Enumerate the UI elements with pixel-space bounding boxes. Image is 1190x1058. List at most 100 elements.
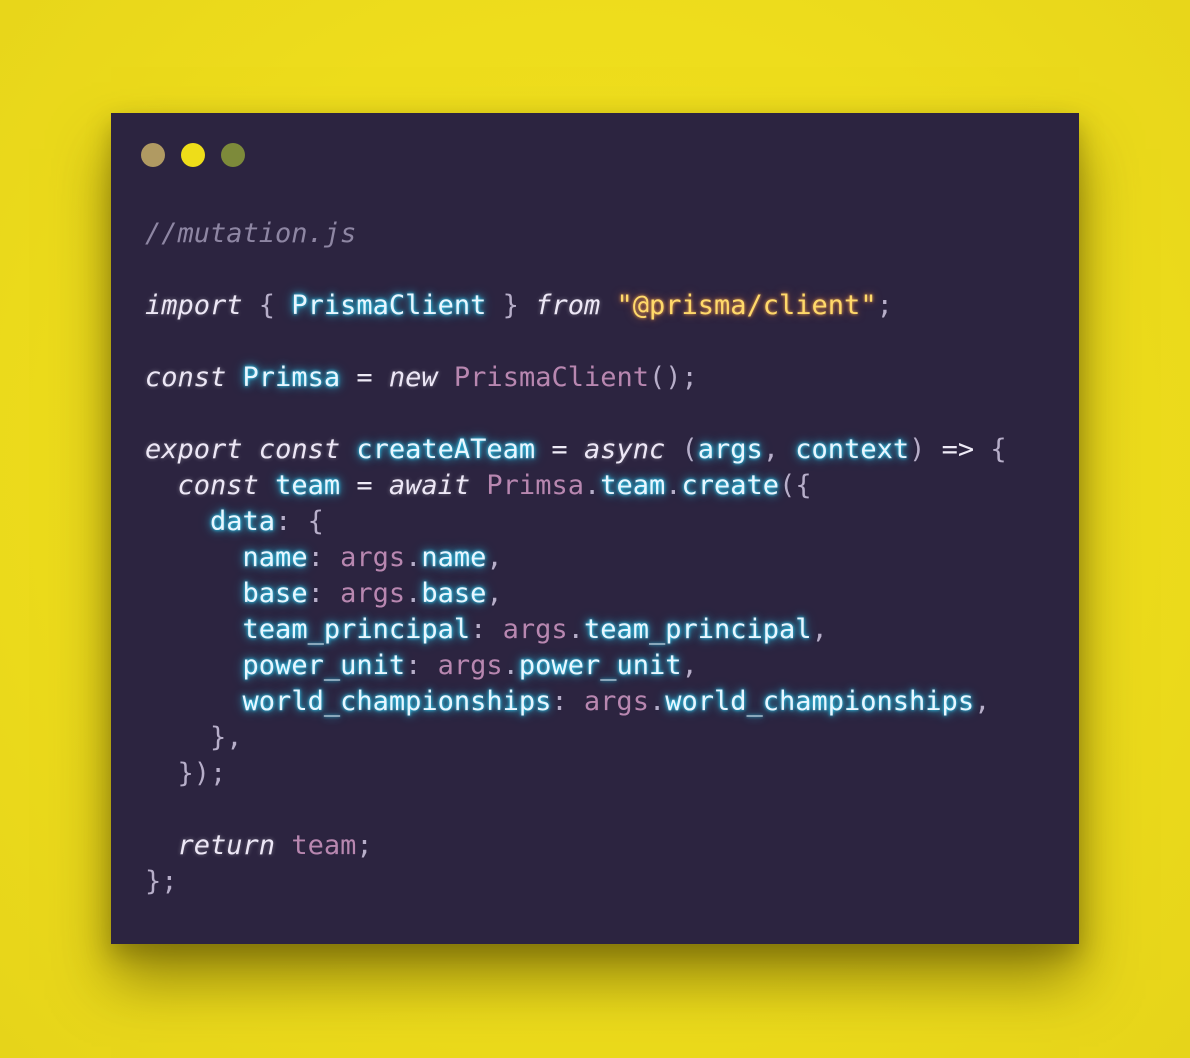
code-token: }); — [145, 758, 227, 789]
code-token: ; — [876, 290, 893, 321]
code-token: args — [697, 434, 763, 465]
code-line: }); — [145, 756, 1007, 792]
code-line: const team = await Primsa.team.create({ — [145, 468, 1007, 504]
code-token: team_principal — [242, 614, 471, 645]
minimize-dot-icon[interactable] — [181, 143, 205, 167]
code-token: . — [583, 470, 601, 501]
code-token: new — [388, 362, 438, 393]
code-token: team — [275, 470, 341, 501]
code-token: args — [502, 614, 568, 645]
code-token: : — [470, 614, 503, 645]
code-token: ; — [356, 830, 373, 861]
code-token: ) — [909, 434, 942, 465]
code-token: ({ — [779, 470, 812, 501]
code-token: create — [681, 470, 780, 501]
code-token: power_unit — [242, 650, 406, 681]
code-token: Primsa — [242, 362, 341, 393]
code-token: team — [600, 470, 666, 501]
code-token: Primsa — [486, 470, 584, 501]
code-line: }; — [145, 864, 1007, 900]
maximize-dot-icon[interactable] — [221, 143, 245, 167]
code-token: , — [811, 614, 828, 645]
code-token: context — [795, 434, 910, 465]
code-token: . — [665, 470, 682, 501]
code-token: . — [648, 686, 666, 717]
code-token: , — [681, 650, 698, 681]
code-token: args — [437, 650, 503, 681]
code-token: base — [242, 578, 308, 609]
code-block: //mutation.js import { PrismaClient } fro… — [145, 216, 1007, 900]
code-token: { — [242, 290, 292, 321]
code-token: args — [583, 686, 649, 717]
code-token: async — [583, 434, 666, 465]
code-token: args — [340, 542, 406, 573]
close-dot-icon[interactable] — [141, 143, 165, 167]
code-token: }; — [145, 866, 178, 897]
code-token: : — [307, 542, 341, 573]
code-token: . — [405, 578, 422, 609]
code-token: (); — [649, 362, 698, 393]
code-token: : — [307, 578, 341, 609]
code-token: PrismaClient — [453, 362, 649, 393]
code-token: args — [340, 578, 406, 609]
code-token: import — [145, 290, 243, 321]
code-line: world_championships: args.world_champion… — [145, 684, 1007, 720]
code-line: name: args.name, — [145, 540, 1007, 576]
code-line: const Primsa = new PrismaClient(); — [145, 360, 1007, 396]
code-token: , — [486, 578, 503, 609]
code-token: const — [177, 470, 259, 501]
code-token: power_unit — [518, 650, 682, 681]
code-token: name — [421, 542, 487, 573]
code-token: , — [486, 542, 503, 573]
code-line: data: { — [145, 504, 1007, 540]
code-token: = — [340, 362, 389, 393]
code-token: //mutation.js — [145, 218, 357, 249]
code-line: export const createATeam = async (args, … — [145, 432, 1007, 468]
code-token: : — [551, 686, 584, 717]
code-token: } — [486, 290, 536, 321]
code-token: return — [177, 830, 276, 861]
code-token: createATeam — [356, 434, 536, 465]
code-token: "@prisma/client" — [616, 290, 877, 321]
code-token: . — [567, 614, 584, 645]
code-token: }, — [145, 722, 243, 753]
code-token: : { — [275, 506, 324, 537]
code-token: world_championships — [665, 686, 975, 717]
code-token: , — [762, 434, 796, 465]
code-token: => — [941, 434, 975, 465]
code-line: return team; — [145, 828, 1007, 864]
code-line: }, — [145, 720, 1007, 756]
code-token: const — [258, 434, 341, 465]
code-token: . — [502, 650, 519, 681]
code-line: base: args.base, — [145, 576, 1007, 612]
code-line: power_unit: args.power_unit, — [145, 648, 1007, 684]
code-token: base — [421, 578, 487, 609]
code-token: { — [974, 434, 1007, 465]
code-token: : — [405, 650, 438, 681]
window-controls — [141, 143, 245, 167]
code-token: . — [405, 542, 422, 573]
code-token: export — [145, 434, 243, 465]
code-token: team_principal — [583, 614, 812, 645]
code-token: await — [388, 470, 471, 501]
code-token: team — [291, 830, 357, 861]
code-line: team_principal: args.team_principal, — [145, 612, 1007, 648]
code-window: //mutation.js import { PrismaClient } fro… — [111, 113, 1079, 944]
code-token: = — [535, 434, 584, 465]
